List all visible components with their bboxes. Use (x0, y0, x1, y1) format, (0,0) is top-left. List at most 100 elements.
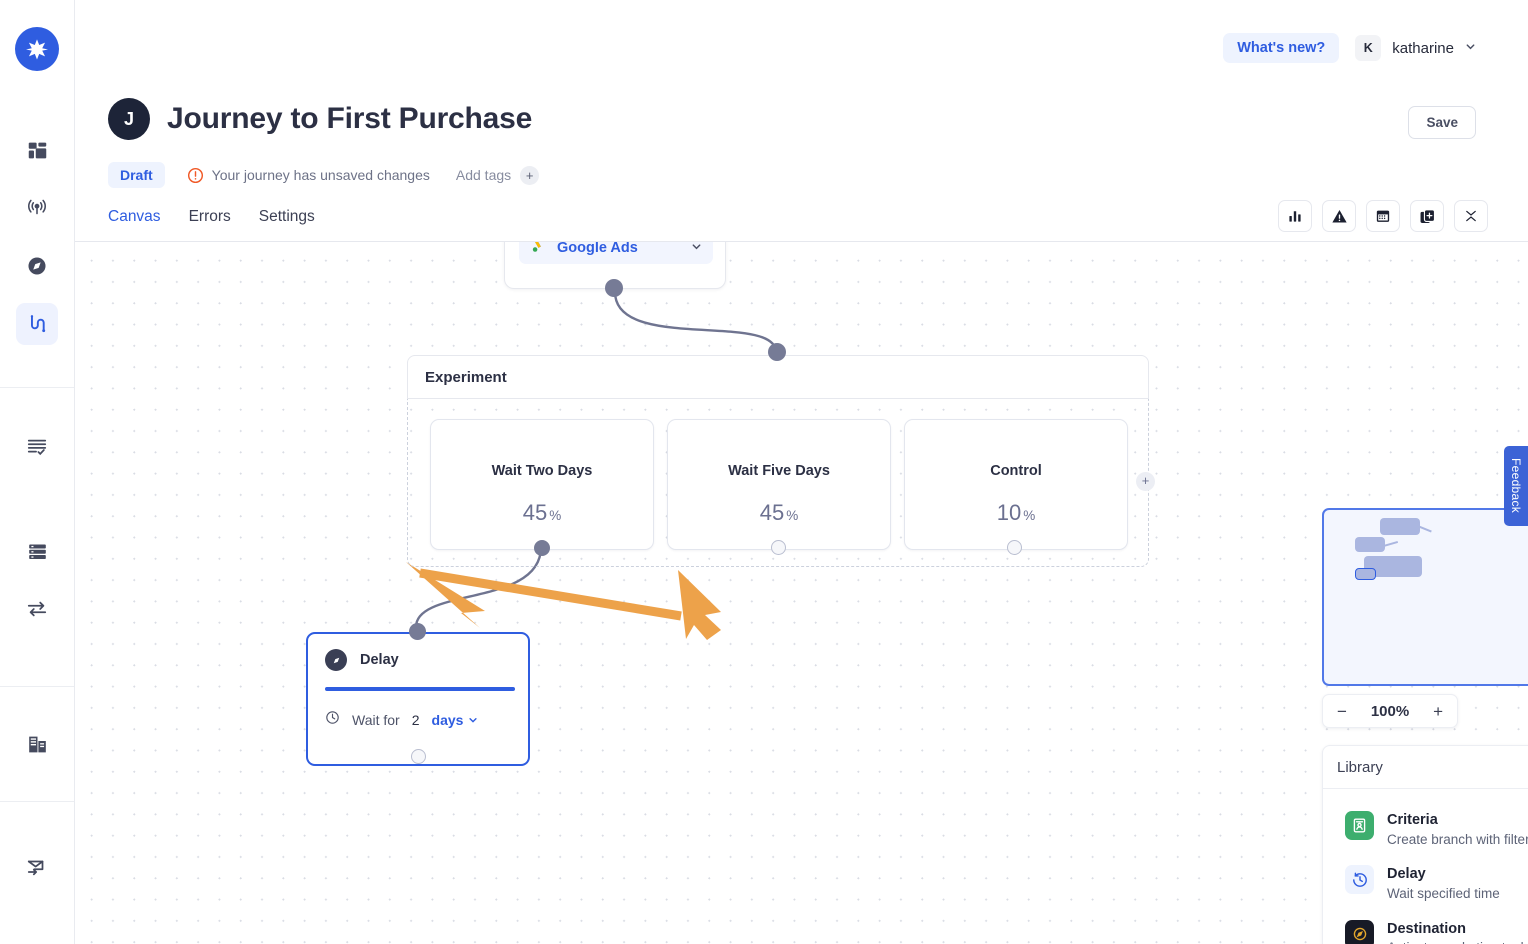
minimap-edge (1418, 525, 1432, 533)
library-item-criteria[interactable]: Criteria Create branch with filters (1323, 803, 1528, 857)
minimap-node (1380, 518, 1420, 535)
branch-output-port-control[interactable] (1007, 540, 1022, 555)
sidebar-item-messaging[interactable] (16, 846, 58, 888)
user-menu[interactable]: K katharine (1355, 35, 1476, 61)
library-item-name: Destination (1387, 920, 1466, 937)
header-top-actions: What's new? K katharine (1223, 33, 1476, 63)
rail-group-data (0, 426, 74, 630)
delay-unit-label: days (431, 712, 464, 728)
branch-output-port-wait-five-days[interactable] (771, 540, 786, 555)
add-layer-icon[interactable] (1410, 200, 1444, 232)
rail-divider-1 (0, 387, 74, 388)
plus-icon: + (520, 165, 540, 185)
add-tags-label: Add tags (455, 167, 512, 183)
google-ads-label: Google Ads (557, 242, 638, 256)
library-list: Criteria Create branch with filters Dela… (1323, 789, 1528, 944)
library-item-text: Criteria Create branch with filters (1387, 811, 1528, 849)
delay-input-port[interactable] (409, 623, 426, 640)
google-ads-output-port[interactable] (605, 279, 623, 297)
add-tags-button[interactable]: Add tags + (455, 165, 540, 185)
library-header: Library (1323, 746, 1528, 789)
alert-circle-icon (187, 167, 204, 184)
delay-output-port[interactable] (411, 749, 426, 764)
status-badge: Draft (108, 162, 165, 188)
avatar: K (1355, 35, 1382, 61)
branch-percent: 45% (522, 500, 562, 525)
zoom-in-button[interactable]: + (1433, 703, 1443, 720)
delay-node[interactable]: Delay Wait for 2 days (306, 632, 530, 766)
sidebar-item-journeys[interactable] (16, 303, 58, 345)
feedback-tab[interactable]: Feedback (1504, 446, 1528, 526)
library-title: Library (1337, 758, 1383, 776)
warning-triangle-icon[interactable] (1322, 200, 1356, 232)
feedback-label: Feedback (1509, 458, 1523, 514)
minimap-edge (1383, 540, 1398, 547)
library-item-text: Destination Activate marketing tools (1387, 920, 1528, 944)
sidebar-item-destinations[interactable] (16, 245, 58, 287)
branch-percent: 45% (759, 500, 799, 525)
canvas-minimap[interactable] (1322, 508, 1528, 686)
save-button[interactable]: Save (1408, 106, 1476, 139)
journey-initial-badge: J (108, 98, 150, 140)
add-branch-button[interactable]: + (1136, 472, 1155, 491)
criteria-card-icon (1345, 811, 1374, 840)
rail-divider-3 (0, 801, 74, 802)
zoom-out-button[interactable]: − (1337, 703, 1347, 720)
google-ads-icon (530, 242, 547, 259)
library-item-text: Delay Wait specified time (1387, 865, 1500, 903)
chevron-down-icon[interactable] (691, 242, 702, 255)
branch-name: Wait Two Days (491, 463, 593, 479)
chevron-down-icon (468, 712, 478, 728)
branch-card-wait-two-days[interactable]: Wait Two Days 45% (430, 419, 654, 550)
google-ads-chip[interactable]: Google Ads (519, 242, 713, 264)
unsaved-changes-notice: Your journey has unsaved changes (187, 167, 430, 184)
canvas-toolbar (1278, 200, 1488, 232)
branch-percent: 10% (996, 500, 1036, 525)
sidebar-item-warehouse[interactable] (16, 723, 58, 765)
sidebar-item-data[interactable] (16, 530, 58, 572)
zoom-controls: − 100% + (1322, 694, 1458, 728)
whats-new-button[interactable]: What's new? (1223, 33, 1340, 63)
experiment-group-header[interactable]: Experiment (407, 355, 1149, 399)
compass-icon (1345, 919, 1374, 944)
clock-rewind-icon (1345, 865, 1374, 895)
journey-canvas[interactable]: Google Ads Experiment Wait Two Days 45% … (75, 242, 1528, 944)
sidebar-item-broadcast[interactable] (16, 187, 58, 229)
sidebar-item-dashboard[interactable] (16, 129, 58, 171)
bar-chart-icon[interactable] (1278, 200, 1312, 232)
tab-settings[interactable]: Settings (259, 208, 315, 235)
branch-output-port-wait-two-days[interactable] (534, 540, 550, 556)
page-header: What's new? K katharine J Journey to Fir… (75, 0, 1528, 242)
library-item-delay[interactable]: Delay Wait specified time (1323, 857, 1528, 911)
app-logo-icon[interactable] (15, 27, 59, 71)
page-title: Journey to First Purchase (167, 102, 533, 135)
branch-card-control[interactable]: Control 10% (904, 419, 1128, 550)
rail-divider-2 (0, 686, 74, 687)
annotation-arrow-icon (678, 570, 721, 640)
sidebar-item-tasks[interactable] (16, 426, 58, 468)
branch-name: Wait Five Days (728, 463, 830, 479)
library-item-destination[interactable]: Destination Activate marketing tools (1323, 912, 1528, 944)
clock-icon (325, 710, 340, 730)
google-ads-node[interactable]: Google Ads (504, 242, 726, 297)
app-root: What's new? K katharine J Journey to Fir… (0, 0, 1528, 944)
branch-card-wait-five-days[interactable]: Wait Five Days 45% (667, 419, 891, 550)
experiment-input-port[interactable] (768, 343, 786, 361)
left-nav-rail (0, 0, 75, 944)
library-item-desc: Wait specified time (1387, 886, 1500, 902)
tab-canvas[interactable]: Canvas (108, 208, 161, 235)
zoom-level-label: 100% (1370, 702, 1410, 720)
connector-layer (414, 291, 778, 640)
calendar-icon[interactable] (1366, 200, 1400, 232)
sidebar-item-syncs[interactable] (16, 588, 58, 630)
branch-name: Control (990, 463, 1042, 479)
collapse-arrows-icon[interactable] (1454, 200, 1488, 232)
minimap-node (1355, 537, 1385, 552)
tab-errors[interactable]: Errors (189, 208, 231, 235)
library-item-desc: Activate marketing tools (1387, 940, 1528, 944)
delay-unit-select[interactable]: days (432, 712, 479, 728)
delay-wait-value[interactable]: 2 (412, 712, 420, 728)
minimap-node-selected (1355, 568, 1376, 580)
chevron-down-icon (1465, 41, 1476, 55)
journey-meta-row: Draft Your journey has unsaved changes A… (108, 162, 540, 188)
